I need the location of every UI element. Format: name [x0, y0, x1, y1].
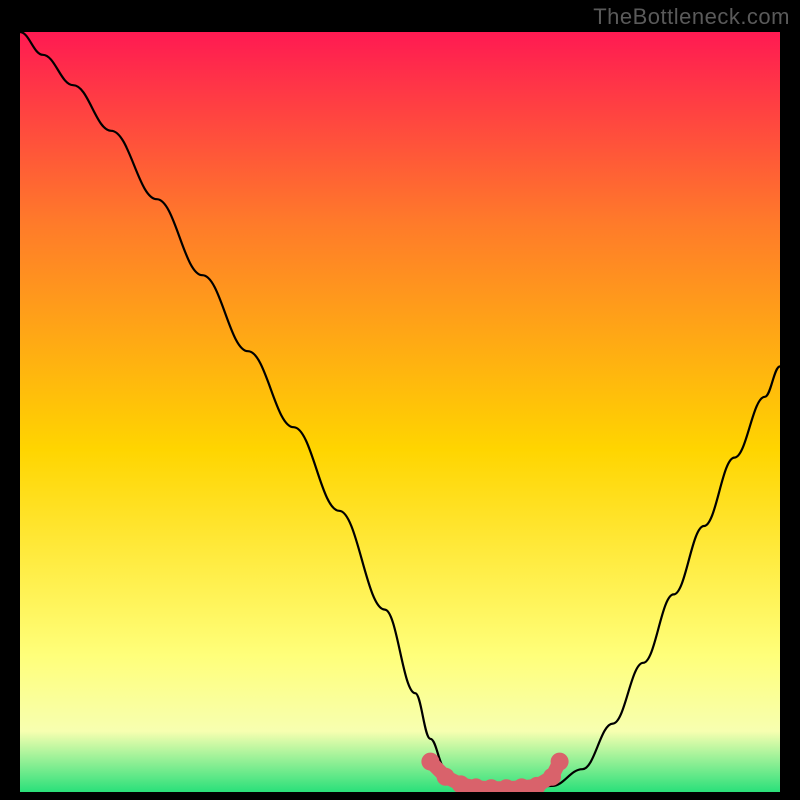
- plot-area: [20, 32, 780, 792]
- marker-dot: [551, 753, 569, 771]
- marker-dot: [421, 753, 439, 771]
- watermark-text: TheBottleneck.com: [593, 4, 790, 30]
- gradient-background: [20, 32, 780, 792]
- chart-frame: TheBottleneck.com: [0, 0, 800, 800]
- chart-svg: [20, 32, 780, 792]
